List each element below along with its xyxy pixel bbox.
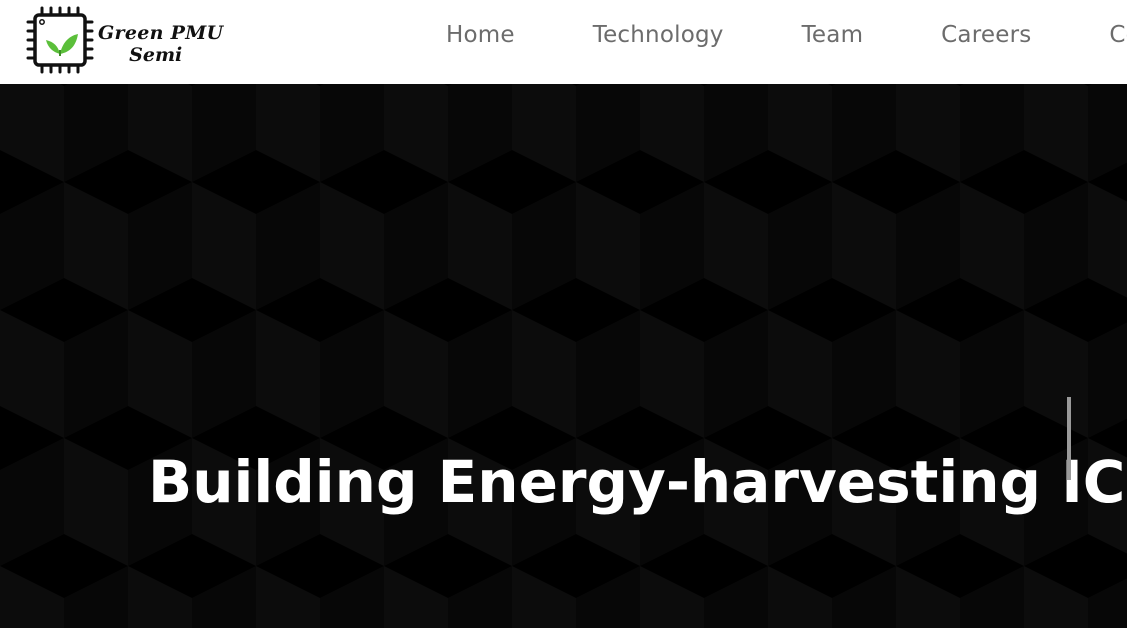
nav-technology[interactable]: Technology [593,22,724,48]
typing-caret [1067,397,1071,480]
hero-background-pattern [0,84,1127,628]
brand-name: Green PMU Semi [98,22,223,66]
nav-contact[interactable]: Cor [1109,22,1127,48]
hero-title: Building Energy-harvesting IC [148,447,1126,516]
nav-home[interactable]: Home [446,22,515,48]
hero-section: Building Energy-harvesting IC [0,84,1127,628]
chip-leaf-icon [26,6,94,74]
main-nav: Home Technology Team Careers Cor [446,0,1127,84]
brand-name-line2: Semi [129,44,183,66]
brand-name-line1: Green PMU [98,22,224,44]
nav-team[interactable]: Team [802,22,864,48]
brand-logo[interactable]: Green PMU Semi [26,6,226,74]
navbar: Green PMU Semi Home Technology Team Care… [0,0,1127,84]
nav-careers[interactable]: Careers [941,22,1031,48]
